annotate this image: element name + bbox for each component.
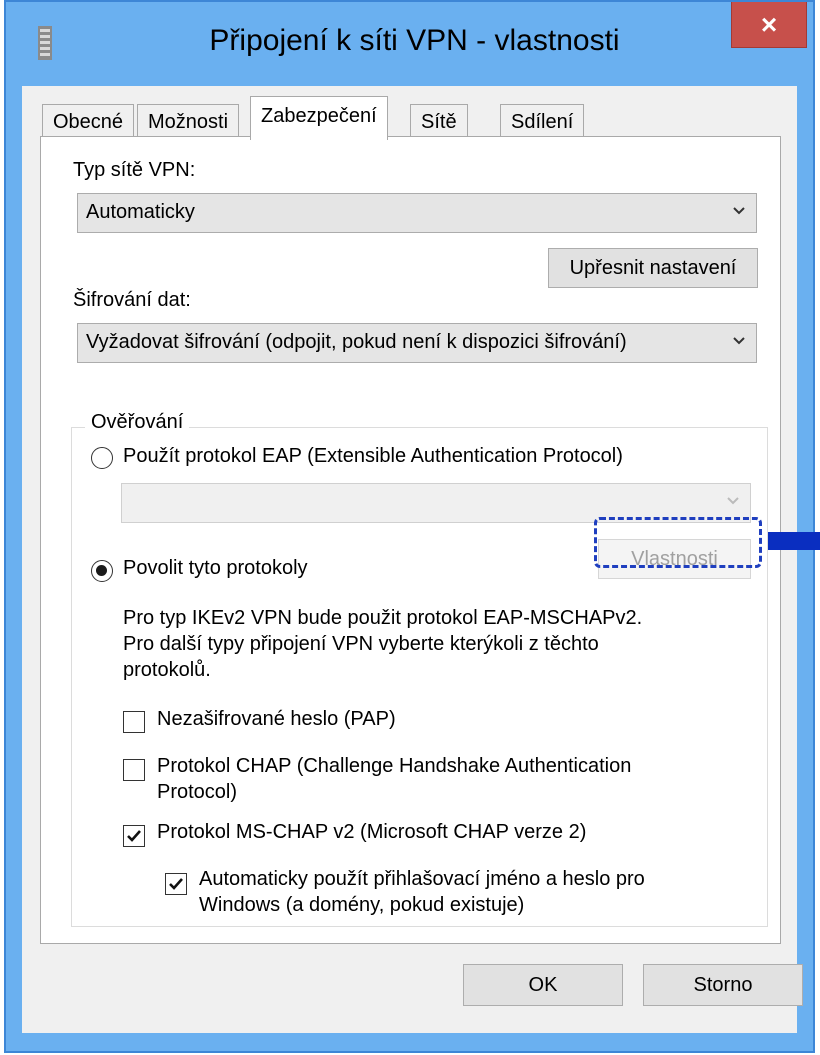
chap-label-line1[interactable]: Protokol CHAP (Challenge Handshake Authe… (157, 755, 631, 778)
tab-sharing[interactable]: Sdílení (500, 104, 585, 138)
checkmark-icon (127, 830, 141, 842)
vpn-type-label: Typ sítě VPN: (73, 159, 196, 181)
eap-radio[interactable] (91, 447, 113, 469)
chevron-down-icon (733, 207, 745, 215)
close-icon: × (760, 8, 778, 40)
close-button[interactable]: × (731, 2, 807, 48)
info-text-line1: Pro typ IKEv2 VPN bude použit protokol E… (123, 607, 643, 629)
encryption-label: Šifrování dat: (73, 289, 191, 311)
pap-checkbox[interactable] (123, 711, 145, 733)
pap-label[interactable]: Nezašifrované heslo (PAP) (157, 708, 396, 731)
advanced-settings-button[interactable]: Upřesnit nastavení (548, 248, 758, 288)
authentication-group-label: Ověřování (85, 411, 190, 434)
allow-protocols-label[interactable]: Povolit tyto protokoly (123, 557, 308, 580)
title-bar[interactable]: Připojení k síti VPN - vlastnosti × (6, 2, 813, 88)
vpn-type-select[interactable]: Automaticky (77, 193, 757, 233)
chap-label-line2[interactable]: Protocol) (157, 781, 237, 804)
info-text-line2: Pro další typy připojení VPN vyberte kte… (123, 633, 599, 655)
cancel-button[interactable]: Storno (643, 964, 803, 1006)
allow-protocols-radio[interactable] (91, 560, 113, 582)
auto-logon-checkbox[interactable] (165, 873, 187, 895)
encryption-value: Vyžadovat šifrování (odpojit, pokud není… (86, 331, 627, 353)
ok-button[interactable]: OK (463, 964, 623, 1006)
mschap-label[interactable]: Protokol MS-CHAP v2 (Microsoft CHAP verz… (157, 821, 586, 844)
annotation-arrow (768, 532, 820, 550)
auto-logon-label-line1[interactable]: Automaticky použít přihlašovací jméno a … (199, 868, 645, 891)
auto-logon-label-line2[interactable]: Windows (a domény, pokud existuje) (199, 894, 524, 917)
tab-general[interactable]: Obecné (42, 104, 135, 138)
tab-networking[interactable]: Sítě (410, 104, 468, 138)
checkmark-icon (169, 878, 183, 890)
encryption-select[interactable]: Vyžadovat šifrování (odpojit, pokud není… (77, 323, 757, 363)
eap-radio-label[interactable]: Použít protokol EAP (Extensible Authenti… (123, 445, 623, 468)
tab-security[interactable]: Zabezpečení (250, 96, 388, 140)
chevron-down-icon (733, 337, 745, 345)
chevron-down-icon (727, 497, 739, 505)
vpn-type-value: Automaticky (86, 201, 195, 223)
info-text-line3: protokolů. (123, 659, 211, 681)
window-title: Připojení k síti VPN - vlastnosti (209, 24, 620, 57)
mschap-checkbox[interactable] (123, 825, 145, 847)
tab-options[interactable]: Možnosti (137, 104, 240, 138)
properties-highlight-annotation (594, 517, 762, 568)
chap-checkbox[interactable] (123, 759, 145, 781)
